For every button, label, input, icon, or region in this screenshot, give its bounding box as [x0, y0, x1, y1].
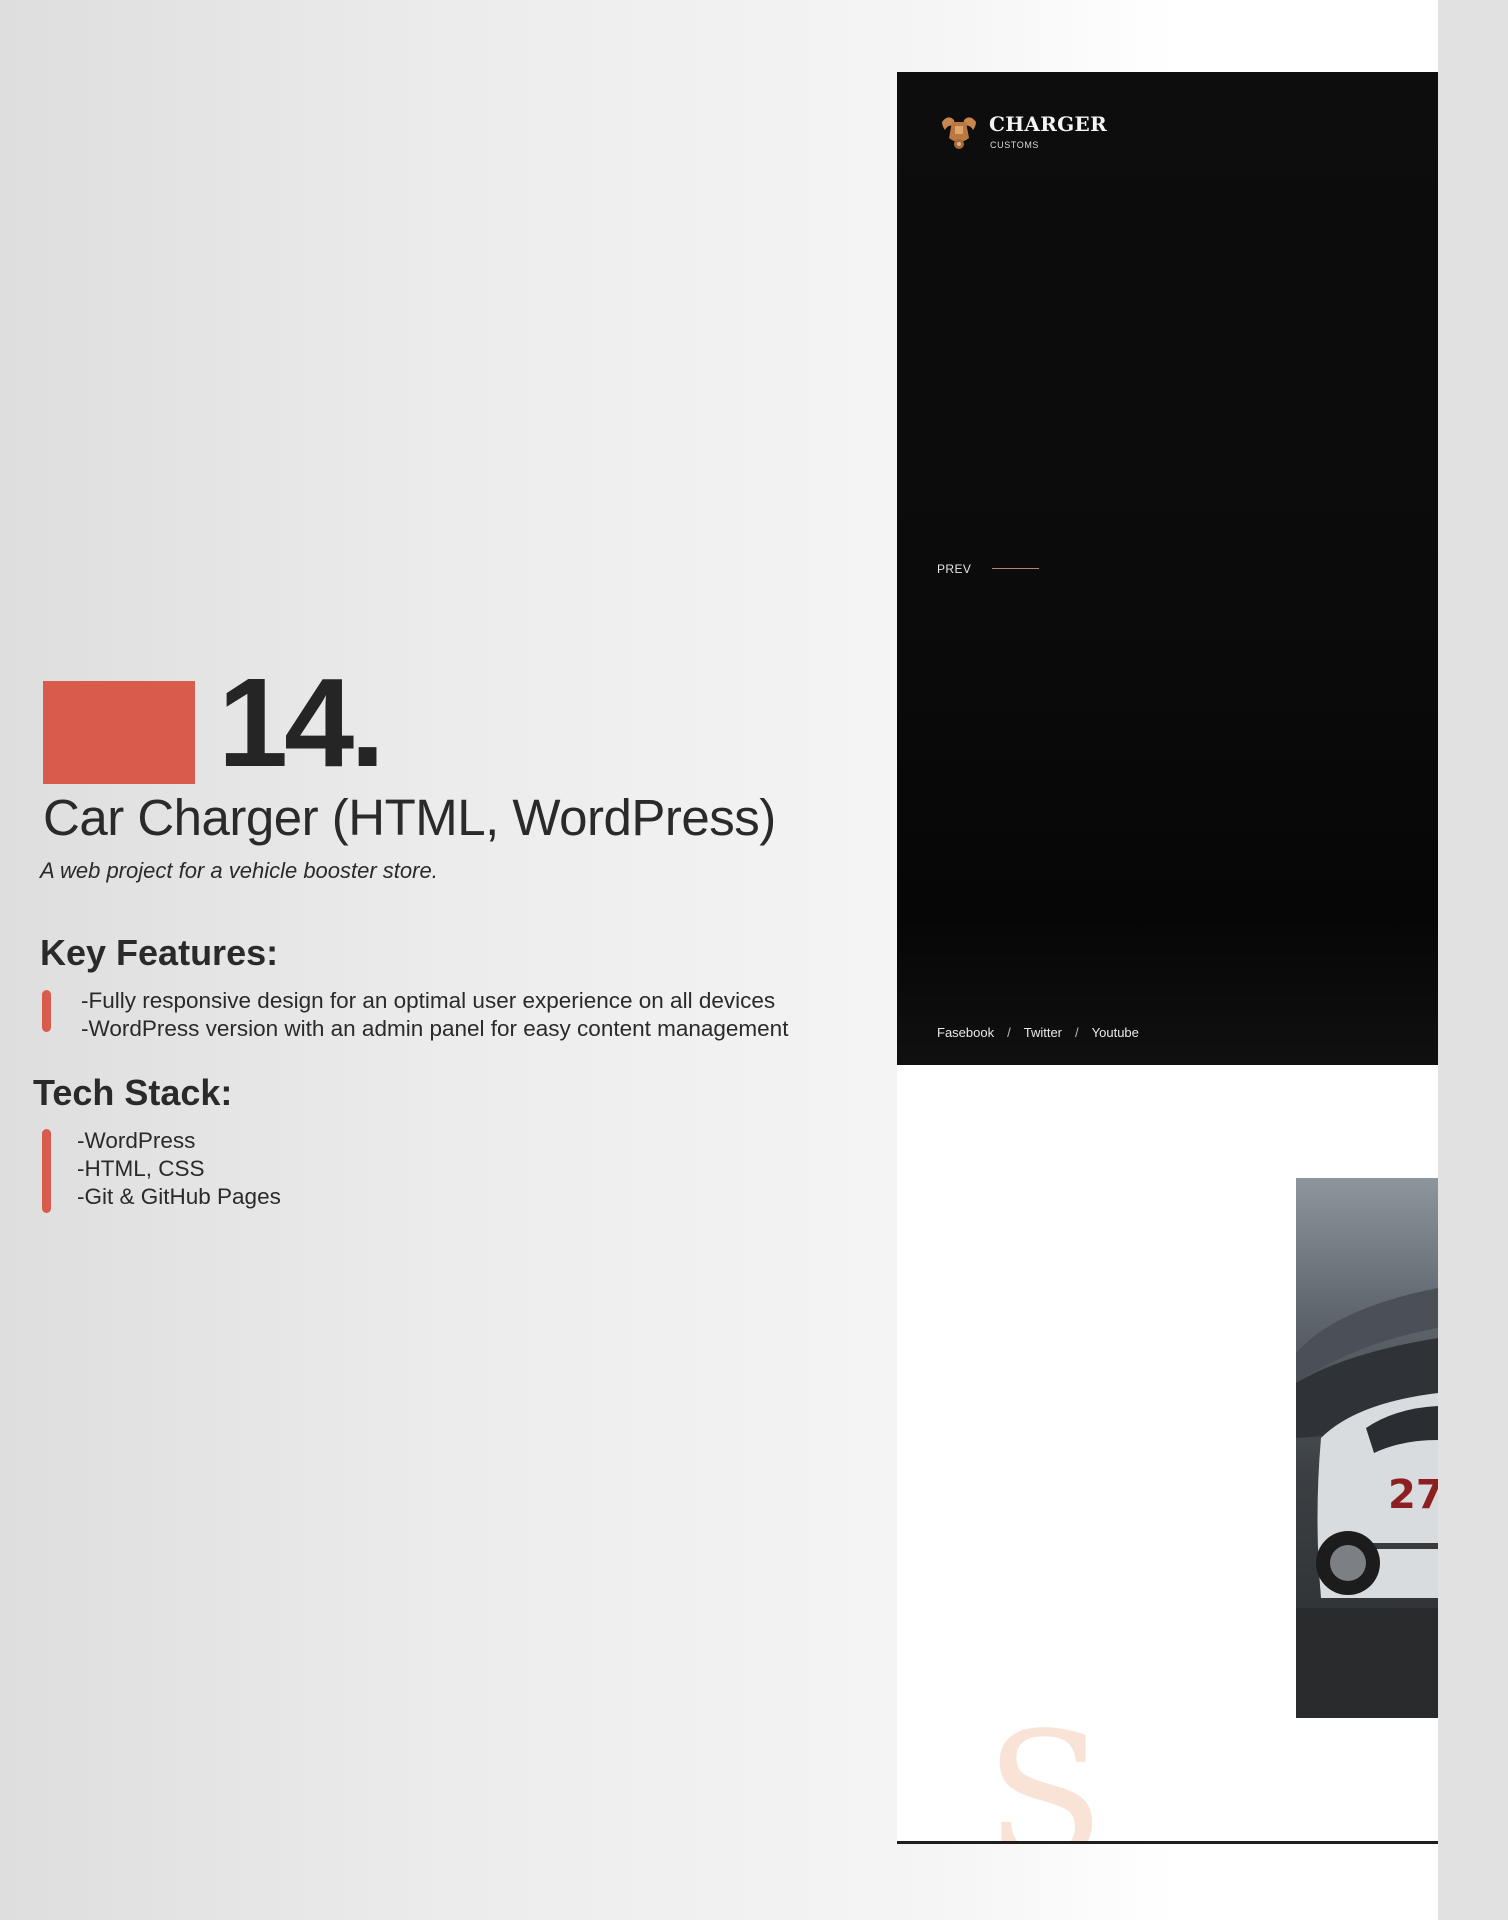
list-item: -WordPress [77, 1128, 196, 1153]
svg-text:277: 277 [1388, 1472, 1438, 1518]
tech-stack-accent-bar [42, 1129, 51, 1213]
key-features-accent-bar [42, 990, 51, 1032]
key-features-list: -Fully responsive design for an optimal … [81, 987, 788, 1043]
project-number: 14. [218, 652, 385, 793]
engine-wings-logo-icon[interactable] [940, 112, 978, 152]
prev-line [992, 568, 1039, 569]
website-preview: CHARGER CUSTOMS PREV Fasebook / Twitter … [897, 72, 1438, 1844]
social-separator: / [1075, 1025, 1079, 1040]
social-link-facebook[interactable]: Fasebook [937, 1025, 994, 1040]
social-link-twitter[interactable]: Twitter [1024, 1025, 1062, 1040]
content-section: 277 S [897, 1065, 1438, 1844]
tech-stack-heading: Tech Stack: [33, 1072, 233, 1113]
social-link-youtube[interactable]: Youtube [1092, 1025, 1139, 1040]
key-features-heading: Key Features: [40, 932, 279, 973]
social-separator: / [1007, 1025, 1011, 1040]
brand-tagline: CUSTOMS [990, 140, 1040, 150]
list-item: -HTML, CSS [77, 1156, 205, 1181]
divider [897, 1841, 1438, 1844]
accent-square [43, 681, 195, 784]
list-item: -Git & GitHub Pages [77, 1184, 281, 1209]
brand-name[interactable]: CHARGER [989, 112, 1107, 136]
page-edge [1438, 0, 1508, 1920]
list-item: -WordPress version with an admin panel f… [81, 1016, 789, 1041]
project-title: Car Charger (HTML, WordPress) [43, 789, 776, 846]
social-links: Fasebook / Twitter / Youtube [937, 1025, 1139, 1040]
project-subtitle: A web project for a vehicle booster stor… [40, 858, 438, 883]
hero-section: CHARGER CUSTOMS PREV Fasebook / Twitter … [897, 72, 1438, 1065]
tech-stack-list: -WordPress -HTML, CSS -Git & GitHub Page… [77, 1127, 281, 1211]
prev-button[interactable]: PREV [937, 562, 971, 576]
race-car-photo: 277 [1296, 1178, 1438, 1718]
decorative-letter: S [985, 1696, 1105, 1844]
list-item: -Fully responsive design for an optimal … [81, 988, 776, 1013]
